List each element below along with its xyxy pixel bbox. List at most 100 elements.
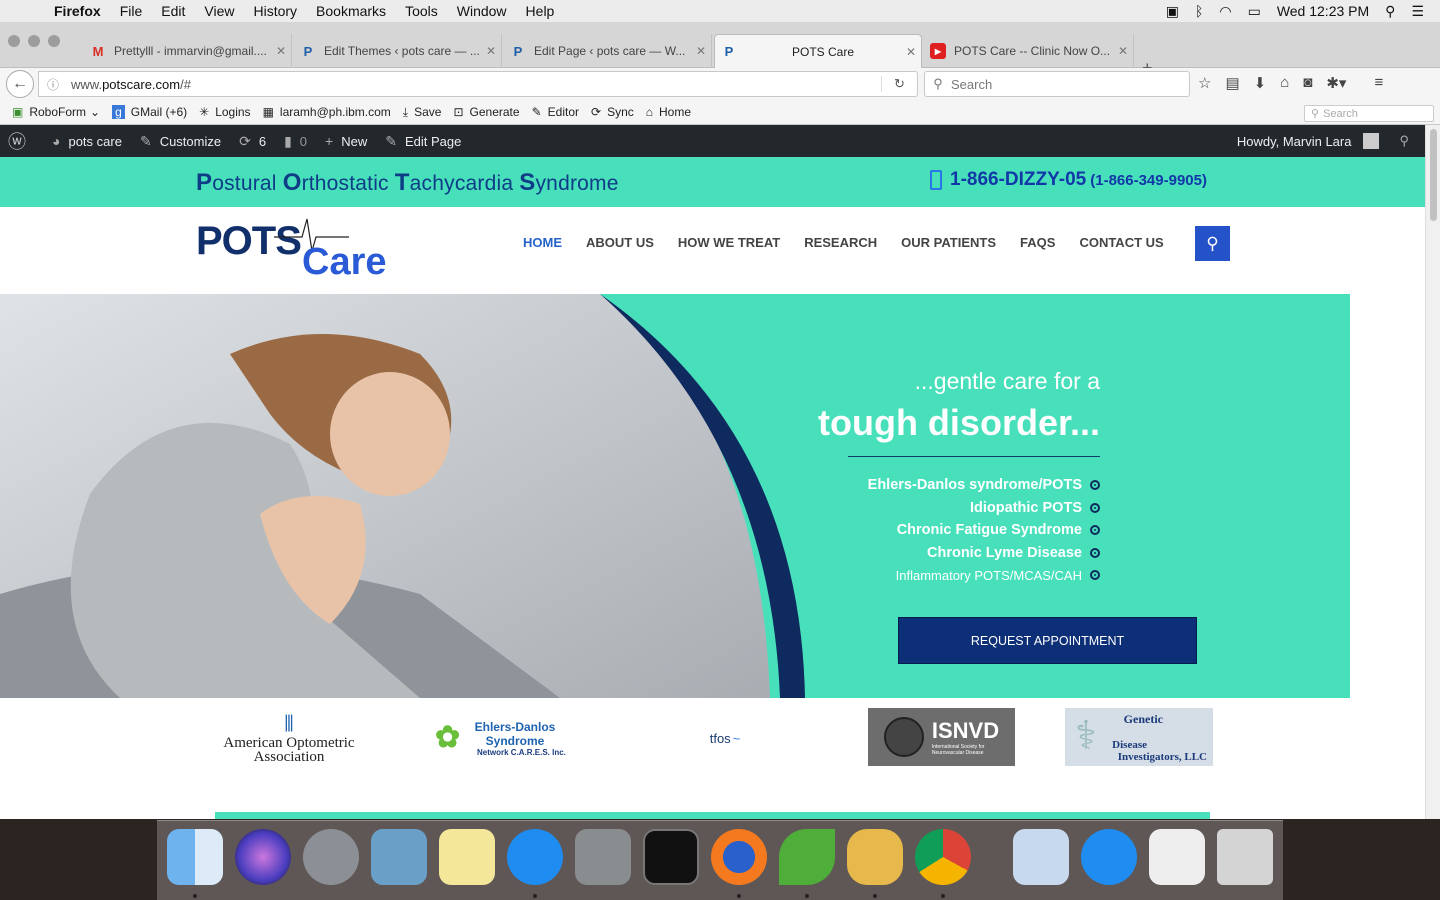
nav-contact-us[interactable]: CONTACT US — [1079, 235, 1163, 250]
folder-icon[interactable] — [1013, 829, 1069, 885]
tab-edit-page[interactable]: P Edit Page ‹ pots care — W... ✕ — [504, 34, 712, 68]
phone-number[interactable]: 1-866-DIZZY-05 (1-866-349-9905) — [930, 169, 1207, 191]
site-logo[interactable]: POTS Care — [196, 215, 396, 285]
finder-icon[interactable] — [167, 829, 223, 885]
menu-firefox[interactable]: Firefox — [54, 3, 101, 19]
close-tab-icon[interactable]: ✕ — [691, 44, 711, 58]
terminal-icon[interactable] — [643, 829, 699, 885]
bookmark-sync[interactable]: ⟳ Sync — [591, 105, 634, 119]
bookmark-home[interactable]: ⌂ Home — [646, 105, 691, 119]
bookmark-generate[interactable]: ⊡ Generate — [453, 105, 519, 119]
bookmark-logins[interactable]: ✳ Logins — [199, 105, 250, 119]
reload-icon[interactable]: ↻ — [881, 76, 917, 92]
notes-icon[interactable] — [439, 829, 495, 885]
wifi-icon[interactable]: ◠ — [1219, 3, 1231, 20]
back-button[interactable]: ← — [6, 70, 34, 98]
hamburger-menu-icon[interactable]: ≡ — [1374, 74, 1383, 92]
chrome-icon[interactable] — [915, 829, 971, 885]
list-item[interactable]: Inflammatory POTS/MCAS/CAH — [868, 564, 1100, 587]
app-store-icon[interactable] — [507, 829, 563, 885]
wp-new-link[interactable]: + New — [325, 133, 367, 149]
bluetooth-icon[interactable]: ᛒ — [1195, 3, 1203, 19]
launchpad-icon[interactable] — [303, 829, 359, 885]
desktop-stack-icon[interactable] — [1149, 829, 1205, 885]
menu-view[interactable]: View — [204, 3, 234, 19]
nav-our-patients[interactable]: OUR PATIENTS — [901, 235, 996, 250]
tab-pots-care[interactable]: P POTS Care ✕ — [714, 34, 922, 68]
notification-icon[interactable]: ☰ — [1411, 3, 1424, 20]
firefox-icon[interactable] — [711, 829, 767, 885]
list-item[interactable]: Ehlers-Danlos syndrome/POTS — [868, 474, 1100, 497]
bookmark-email[interactable]: ▦ laramh@ph.ibm.com — [263, 105, 391, 119]
bookmarks-search-input[interactable]: ⚲ Search — [1304, 105, 1434, 122]
wordpress-logo-button[interactable]: ⓦ — [8, 128, 34, 154]
info-icon[interactable]: ⓘ — [41, 76, 65, 93]
display-icon[interactable]: ▣ — [1166, 3, 1179, 20]
close-tab-icon[interactable]: ✕ — [1113, 44, 1133, 58]
bookmark-roboform[interactable]: ▣ RoboForm ⌄ — [12, 105, 100, 119]
bookmark-star-icon[interactable]: ☆ — [1198, 74, 1211, 92]
downloads-app-icon[interactable] — [1081, 829, 1137, 885]
close-tab-icon[interactable]: ✕ — [481, 44, 501, 58]
url-bar[interactable]: ⓘ www.potscare.com/# ↻ — [38, 71, 918, 97]
leaf-app-icon[interactable] — [779, 829, 835, 885]
partner-tfos-logo[interactable]: tfos ~ — [690, 708, 760, 768]
nav-about-us[interactable]: ABOUT US — [586, 235, 654, 250]
siri-icon[interactable] — [235, 829, 291, 885]
zoom-window-button[interactable] — [48, 35, 60, 47]
list-item[interactable]: Chronic Lyme Disease — [868, 542, 1100, 565]
database-app-icon[interactable] — [847, 829, 903, 885]
close-tab-icon[interactable]: ✕ — [901, 45, 921, 59]
nav-research[interactable]: RESEARCH — [804, 235, 877, 250]
minimize-window-button[interactable] — [28, 35, 40, 47]
nav-how-we-treat[interactable]: HOW WE TREAT — [678, 235, 780, 250]
bookmark-editor[interactable]: ✎ Editor — [532, 105, 579, 119]
wp-site-link[interactable]: ◕ pots care — [52, 133, 122, 149]
clock[interactable]: Wed 12:23 PM — [1277, 3, 1369, 19]
url-text[interactable]: www.potscare.com/# — [65, 77, 881, 92]
wp-comments-link[interactable]: ▮ 0 — [284, 133, 307, 150]
pocket-icon[interactable]: ◙ — [1303, 74, 1312, 92]
menu-bookmarks[interactable]: Bookmarks — [316, 3, 386, 19]
reading-list-icon[interactable]: ▤ — [1225, 74, 1239, 92]
home-icon[interactable]: ⌂ — [1280, 74, 1289, 92]
trash-icon[interactable] — [1217, 829, 1273, 885]
menu-history[interactable]: History — [253, 3, 297, 19]
list-item[interactable]: Idiopathic POTS — [868, 497, 1100, 520]
list-item[interactable]: Chronic Fatigue Syndrome — [868, 519, 1100, 542]
tab-gmail[interactable]: M Prettylll - immarvin@gmail.... ✕ — [84, 34, 292, 68]
partner-eds-logo[interactable]: ✿ Ehlers-Danlos Syndrome Network C.A.R.E… — [435, 708, 581, 768]
close-tab-icon[interactable]: ✕ — [271, 44, 291, 58]
wp-edit-page-link[interactable]: ✎ Edit Page — [385, 133, 461, 150]
menu-help[interactable]: Help — [526, 3, 555, 19]
bookmark-gmail[interactable]: g GMail (+6) — [112, 105, 187, 119]
menu-tools[interactable]: Tools — [405, 3, 438, 19]
request-appointment-button[interactable]: REQUEST APPOINTMENT — [898, 617, 1197, 664]
wp-customize-link[interactable]: ✎ Customize — [140, 133, 221, 150]
search-icon[interactable]: ⚲ — [1399, 133, 1409, 149]
mail-icon[interactable] — [371, 829, 427, 885]
partner-aoa-logo[interactable]: ⦀ American Optometric Association — [218, 708, 360, 768]
scrollbar-thumb[interactable] — [1430, 129, 1437, 221]
partner-isnvd-logo[interactable]: ISNVD International Society for Neurovasc… — [868, 708, 1015, 766]
nav-home[interactable]: HOME — [523, 235, 562, 250]
extension-icon[interactable]: ✱▾ — [1326, 74, 1346, 92]
bookmark-save[interactable]: ⤓ Save — [403, 105, 442, 120]
avatar[interactable] — [1363, 133, 1380, 149]
nav-faqs[interactable]: FAQS — [1020, 235, 1055, 250]
system-preferences-icon[interactable] — [575, 829, 631, 885]
close-window-button[interactable] — [8, 35, 20, 47]
site-search-button[interactable]: ⚲ — [1195, 226, 1230, 261]
spotlight-icon[interactable]: ⚲ — [1385, 3, 1395, 20]
menu-file[interactable]: File — [120, 3, 143, 19]
wp-howdy[interactable]: Howdy, Marvin Lara — [1237, 134, 1352, 149]
tab-youtube[interactable]: ▶ POTS Care -- Clinic Now O... ✕ — [924, 34, 1134, 68]
partner-gdi-logo[interactable]: ⚕ Genetic Disease Investigators, LLC — [1065, 708, 1213, 766]
wp-updates-link[interactable]: ⟳ 6 — [239, 133, 266, 150]
battery-icon[interactable]: ▭ — [1248, 3, 1261, 20]
tab-edit-themes[interactable]: P Edit Themes ‹ pots care — ... ✕ — [294, 34, 502, 68]
page-scrollbar[interactable] — [1425, 125, 1440, 819]
menu-edit[interactable]: Edit — [161, 3, 185, 19]
download-icon[interactable]: ⬇ — [1254, 74, 1267, 92]
menu-window[interactable]: Window — [457, 3, 507, 19]
